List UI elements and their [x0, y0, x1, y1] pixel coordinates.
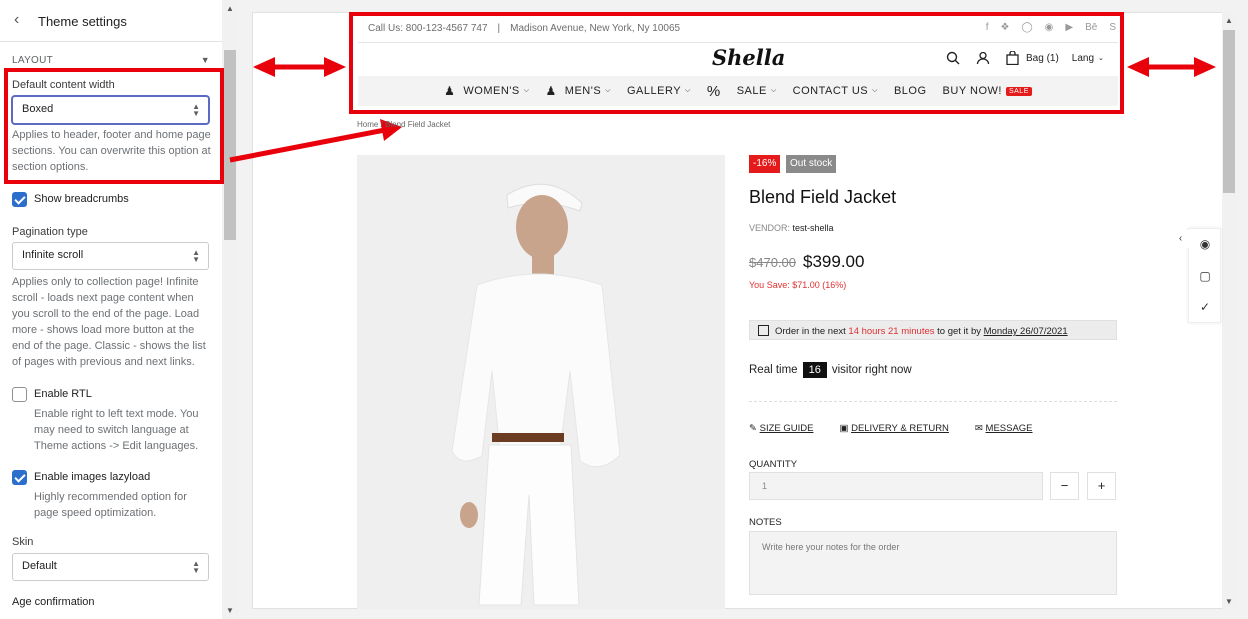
chevron-left-icon[interactable]: ‹: [1172, 230, 1189, 248]
discount-badge: -16%: [749, 155, 781, 173]
stock-badge: Out stock: [786, 155, 837, 173]
divider: [749, 401, 1117, 402]
you-save: You Save: $71.00 (16%): [749, 280, 847, 290]
vendor-label: VENDOR:: [749, 223, 791, 233]
vendor-value[interactable]: test-shella: [793, 223, 834, 233]
breadcrumb[interactable]: Home / Blend Field Jacket: [357, 120, 450, 129]
vendor: VENDOR: test-shella: [749, 223, 834, 233]
delivery-icon: ▣: [839, 423, 852, 434]
delivery-estimate: Order in the next 14 hours 21 minutes to…: [749, 320, 1117, 340]
order-time: 14 hours 21 minutes: [848, 326, 935, 337]
realtime-visitors: Real time 16 visitor right now: [749, 362, 912, 378]
arrow-head-icon: [1194, 57, 1216, 77]
check-icon[interactable]: ✓: [1197, 300, 1213, 316]
size-guide-link[interactable]: ✎ SIZE GUIDE: [749, 423, 813, 434]
message-link[interactable]: ✉ MESSAGE: [975, 423, 1033, 434]
product-links: ✎ SIZE GUIDE ▣ DELIVERY & RETURN ✉ MESSA…: [749, 423, 1033, 434]
eye-icon[interactable]: ◉: [1197, 237, 1213, 253]
floating-tools: ‹ ◉ ▢ ✓: [1172, 228, 1221, 323]
quantity-increase-button[interactable]: +: [1087, 472, 1116, 500]
product-title: Blend Field Jacket: [749, 187, 897, 207]
product-image[interactable]: [357, 155, 725, 609]
realtime-prefix: Real time: [749, 364, 798, 376]
quantity-decrease-button[interactable]: −: [1050, 472, 1079, 500]
delivery-return-link[interactable]: ▣ DELIVERY & RETURN: [839, 423, 948, 434]
order-prefix: Order in the next: [775, 326, 846, 337]
package-icon: [758, 325, 769, 336]
realtime-suffix: visitor right now: [831, 364, 912, 376]
arrow-head-icon: [324, 57, 346, 77]
message-label: MESSAGE: [985, 423, 1033, 434]
current-price: $399.00: [803, 252, 865, 271]
notes-textarea[interactable]: Write here your notes for the order: [749, 531, 1117, 595]
order-middle: to get it by: [937, 326, 981, 337]
order-date: Monday 26/07/2021: [983, 326, 1068, 337]
message-icon: ✉: [974, 423, 986, 434]
quantity-label: QUANTITY: [749, 459, 798, 470]
ruler-icon: ✎: [749, 423, 760, 434]
bag-icon[interactable]: ▢: [1197, 269, 1213, 285]
notes-label: NOTES: [749, 517, 782, 528]
visitor-count: 16: [802, 362, 827, 378]
arrow-head-icon: [253, 57, 275, 77]
size-guide-label: SIZE GUIDE: [759, 423, 814, 434]
quantity-input[interactable]: 1: [749, 472, 1043, 500]
product-photo: [357, 155, 725, 609]
delivery-label: DELIVERY & RETURN: [851, 423, 949, 434]
old-price: $470.00: [749, 255, 796, 270]
arrow-head-icon: [1127, 57, 1149, 77]
